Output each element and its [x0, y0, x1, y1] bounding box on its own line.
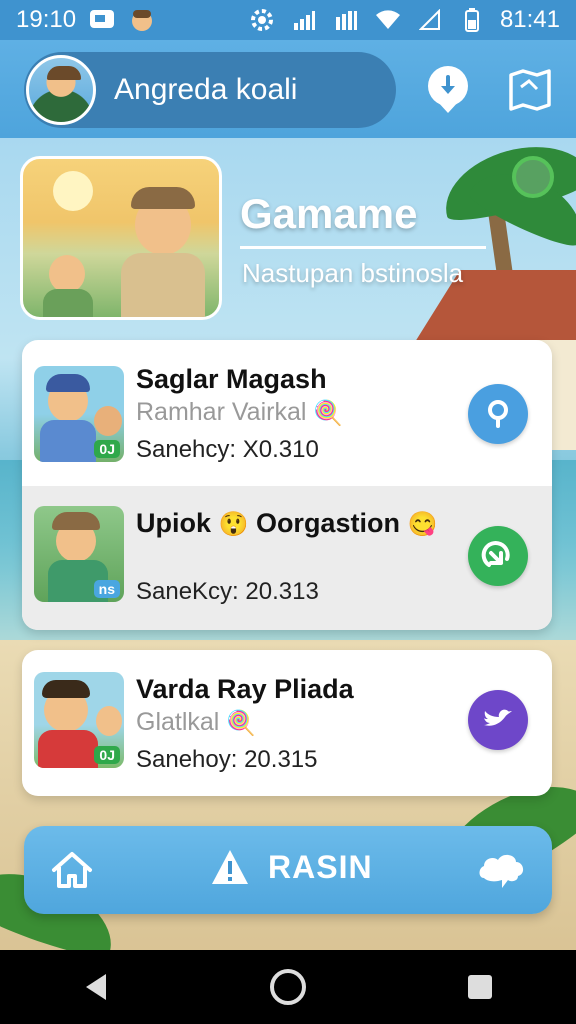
list-item[interactable]: 0J Saglar Magash Ramhar Vairkal 🍭 Sanehc…	[22, 340, 552, 486]
search-button[interactable]	[468, 384, 528, 444]
bottom-action-bar: RASIN	[24, 826, 552, 914]
status-bar: 19:10 81:41	[0, 0, 576, 40]
avatar[interactable]	[26, 55, 96, 125]
list-item-title-part-1: Upiok	[136, 508, 212, 538]
back-icon	[86, 974, 106, 1000]
thumb-tag: 0J	[94, 746, 120, 764]
home-button[interactable]	[48, 846, 96, 894]
list-item-title: Varda Ray Pliada	[136, 674, 354, 704]
list-item-title: Saglar Magash	[136, 364, 327, 394]
bird-button[interactable]	[468, 690, 528, 750]
settings-icon	[248, 7, 276, 33]
system-nav-bar	[0, 950, 576, 1024]
thumb-person-body	[40, 420, 96, 462]
signal-empty-icon	[416, 7, 444, 33]
banner-person-adult-hat	[131, 187, 195, 209]
wifi-icon	[374, 7, 402, 33]
list-card: 0J Varda Ray Pliada Glatlkal 🍭 Sanehoy: …	[22, 650, 552, 796]
share-button[interactable]	[468, 526, 528, 586]
banner-person-child	[49, 255, 85, 293]
list-card: 0J Saglar Magash Ramhar Vairkal 🍭 Sanehc…	[22, 340, 552, 630]
thumb-person-hair	[42, 680, 90, 698]
banner-person-adult-body	[121, 253, 205, 317]
battery-time: 81:41	[499, 6, 560, 33]
thumb-person-2	[94, 406, 122, 436]
recents-icon	[468, 975, 492, 999]
home-icon	[52, 852, 92, 888]
list-item-thumbnail: ns	[34, 506, 124, 602]
rasin-button[interactable]: RASIN	[210, 848, 373, 886]
status-time: 19:10	[16, 6, 77, 33]
banner-image[interactable]	[20, 156, 222, 320]
banner-subtitle: Nastupan bstinosla	[242, 258, 464, 288]
candy-icon: 🍭	[226, 709, 257, 737]
share-icon	[481, 541, 510, 567]
profile-name: Angreda koali	[114, 73, 298, 106]
banner-title: Gamame	[240, 190, 418, 237]
warning-icon	[212, 850, 248, 884]
banner-person-child-body	[43, 289, 93, 317]
map-icon	[509, 69, 551, 111]
location-pin-icon	[428, 66, 468, 113]
thumb-tag: ns	[93, 580, 120, 598]
profile-pill[interactable]: Angreda koali	[24, 52, 396, 128]
status-ring-icon	[512, 156, 554, 198]
back-button[interactable]	[68, 959, 124, 1015]
sun	[53, 171, 93, 211]
message-icon	[88, 7, 116, 33]
thumb-person-2	[96, 706, 122, 736]
thumb-person-cap	[46, 374, 90, 392]
list-item-title-part-2: Oorgastion	[255, 508, 400, 538]
list-item-meta: Sanehoy: 20.315	[136, 746, 318, 773]
search-icon	[488, 400, 508, 428]
list-item-subtitle: Ramhar Vairkal 🍭	[136, 398, 343, 428]
thumb-person-body	[38, 730, 98, 768]
battery-icon	[458, 7, 486, 33]
list-item-subtitle-text: Glatlkal	[136, 708, 220, 736]
bird-icon	[484, 709, 512, 726]
banner-divider	[240, 246, 486, 249]
list-item[interactable]: 0J Varda Ray Pliada Glatlkal 🍭 Sanehoy: …	[22, 650, 552, 796]
list-item[interactable]: ns Upiok 😲 Oorgastion 😋 SaneKcy: 20.313	[22, 486, 552, 630]
list-item-thumbnail: 0J	[34, 672, 124, 768]
list-item-subtitle-text: Ramhar Vairkal	[136, 398, 307, 426]
rasin-label: RASIN	[268, 848, 373, 885]
avatar-icon	[128, 7, 156, 33]
list-item-meta: SaneKcy: 20.313	[136, 578, 319, 605]
recents-button[interactable]	[452, 959, 508, 1015]
home-nav-button[interactable]	[260, 959, 316, 1015]
location-button[interactable]	[420, 62, 476, 118]
thumb-person-hat	[52, 512, 100, 530]
surprised-face-icon: 😲	[218, 511, 249, 539]
map-button[interactable]	[502, 62, 558, 118]
smiling-face-icon: 😋	[407, 511, 438, 539]
signal-icon	[332, 7, 360, 33]
list-item-meta: Sanehcy: X0.310	[136, 436, 319, 463]
list-item-subtitle: Glatlkal 🍭	[136, 708, 256, 738]
signal-icon	[290, 7, 318, 33]
chat-icon	[479, 854, 524, 888]
thumb-tag: 0J	[94, 440, 120, 458]
list-item-title: Upiok 😲 Oorgastion 😋	[136, 508, 437, 539]
chat-button[interactable]	[476, 848, 528, 892]
list-item-thumbnail: 0J	[34, 366, 124, 462]
candy-icon: 🍭	[313, 399, 344, 427]
home-circle-icon	[270, 969, 306, 1005]
